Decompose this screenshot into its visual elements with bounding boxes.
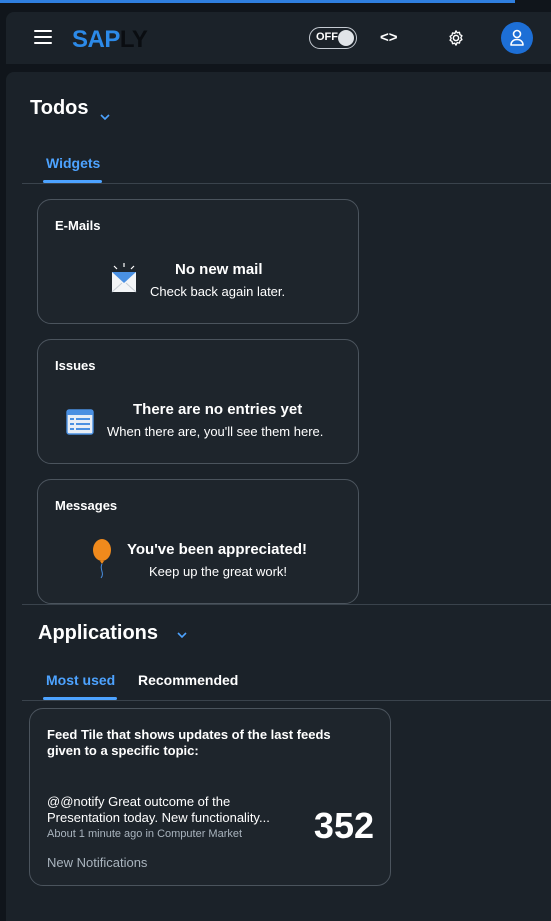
issues-widget[interactable]: Issues There are no entries yet When the… <box>37 339 359 464</box>
hamburger-menu-icon[interactable] <box>34 30 52 44</box>
messages-widget[interactable]: Messages You've been appreciated! Keep u… <box>37 479 359 604</box>
feed-tile[interactable]: Feed Tile that shows updates of the last… <box>29 708 391 886</box>
tab-most-used[interactable]: Most used <box>46 672 115 688</box>
feed-tile-meta: About 1 minute ago in Computer Market <box>47 828 243 840</box>
feed-tile-title: Feed Tile that shows updates of the last… <box>47 727 331 758</box>
theme-toggle[interactable]: OFF <box>309 27 357 49</box>
todos-chevron-down-icon[interactable] <box>100 112 110 122</box>
list-icon <box>66 409 94 435</box>
gear-icon[interactable] <box>447 29 465 47</box>
todos-tab-divider <box>22 183 551 184</box>
applications-chevron-down-icon[interactable] <box>177 630 187 640</box>
tab-recommended[interactable]: Recommended <box>138 672 238 688</box>
todos-title: Todos <box>30 97 89 119</box>
section-divider <box>22 604 551 605</box>
shell-bar: SAPLY OFF <> <box>6 12 551 64</box>
messages-main-text: You've been appreciated! <box>127 541 308 558</box>
emails-main-text: No new mail <box>175 261 263 278</box>
progress-line <box>0 0 515 3</box>
emails-title: E-Mails <box>55 218 101 233</box>
messages-sub-text: Keep up the great work! <box>149 564 288 579</box>
app-logo[interactable]: SAPLY <box>72 26 148 54</box>
tab-widgets[interactable]: Widgets <box>46 155 100 171</box>
emails-sub-text: Check back again later. <box>150 284 286 299</box>
toggle-label: OFF <box>316 31 338 43</box>
code-icon[interactable]: <> <box>380 29 398 46</box>
main-panel: Todos Widgets E-Mails No new mail Check … <box>6 72 551 921</box>
issues-sub-text: When there are, you'll see them here. <box>107 424 324 439</box>
applications-title: Applications <box>38 622 159 644</box>
toggle-knob <box>338 30 354 46</box>
user-icon <box>510 29 524 46</box>
issues-main-text: There are no entries yet <box>133 401 303 418</box>
balloon-icon <box>93 539 111 579</box>
messages-title: Messages <box>55 498 118 513</box>
mail-icon <box>111 263 137 293</box>
applications-tab-divider <box>22 700 551 701</box>
feed-tile-footer: New Notifications <box>47 855 148 870</box>
issues-title: Issues <box>55 358 96 373</box>
user-avatar[interactable] <box>501 22 533 54</box>
feed-tile-count: 352 <box>313 805 374 846</box>
feed-tile-message: @@notify Great outcome of the Presentati… <box>47 794 270 825</box>
emails-widget[interactable]: E-Mails No new mail Check back again lat… <box>37 199 359 324</box>
